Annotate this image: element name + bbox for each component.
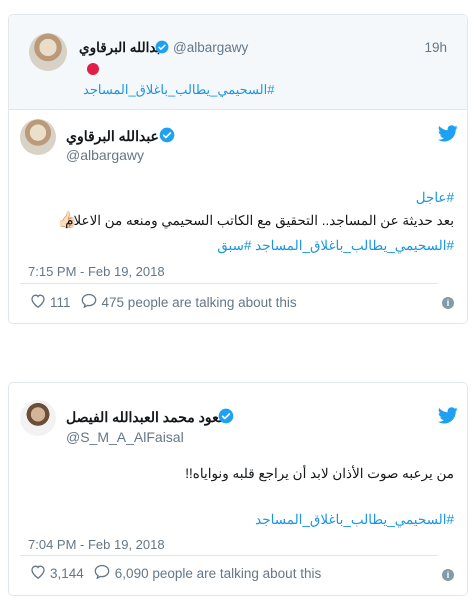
verified-icon <box>159 127 175 148</box>
twitter-bird-icon[interactable] <box>437 125 458 147</box>
divider <box>20 283 438 284</box>
tweet-date[interactable]: 7:04 PM - Feb 19, 2018 <box>28 537 165 552</box>
like-count[interactable]: 111 <box>50 295 71 310</box>
talking-count[interactable]: 6,090 people are talking about this <box>115 566 321 581</box>
parent-tweet[interactable]: عبدالله البرقاوي @albargawy 19h #السحيمي… <box>9 15 467 110</box>
tweet-date[interactable]: 7:15 PM - Feb 19, 2018 <box>28 264 165 279</box>
like-count[interactable]: 3,144 <box>50 566 84 581</box>
verified-icon <box>218 408 234 429</box>
hashtag-link[interactable]: #السحيمي_يطالب_باغلاق_المساجد #سبق <box>217 238 454 254</box>
tweet-actions: 3,144 6,090 people are talking about thi… <box>30 564 331 582</box>
verified-icon <box>155 40 169 59</box>
author-handle[interactable]: @S_M_A_AlFaisal <box>66 429 184 445</box>
parent-hashtag-link[interactable]: #السحيمي_يطالب_باغلاق_المساجد <box>83 82 274 98</box>
heart-icon[interactable] <box>30 564 46 582</box>
avatar[interactable] <box>29 33 67 71</box>
red-circle-icon <box>87 63 99 75</box>
author-handle[interactable]: @albargawy <box>66 147 144 163</box>
author-name[interactable]: عبدالله البرقاوي <box>66 128 159 145</box>
tweet-text: من يرعبه صوت الأذان لابد أن يراجع قلبه و… <box>185 466 454 481</box>
speech-bubble-icon[interactable] <box>81 293 97 311</box>
divider <box>20 555 438 556</box>
tweet-actions: 111 475 people are talking about this <box>30 293 307 311</box>
parent-author-handle[interactable]: @albargawy <box>173 40 248 55</box>
hashtag-link[interactable]: #عاجل <box>416 190 454 206</box>
hashtag-link[interactable]: #السحيمي_يطالب_باغلاق_المساجد <box>255 512 454 528</box>
talking-count[interactable]: 475 people are talking about this <box>102 295 297 310</box>
heart-icon[interactable] <box>30 293 46 311</box>
avatar[interactable] <box>20 400 56 436</box>
info-icon[interactable]: i <box>442 569 454 581</box>
tweet-text: بعد حديثة عن المساجد.. التحقيق مع الكاتب… <box>65 213 454 228</box>
twitter-bird-icon[interactable] <box>437 407 458 429</box>
info-icon[interactable]: i <box>442 297 454 309</box>
avatar[interactable] <box>20 119 56 155</box>
speech-bubble-icon[interactable] <box>94 564 110 582</box>
parent-timestamp[interactable]: 19h <box>424 40 447 55</box>
author-name[interactable]: سعود محمد العبدالله الفيصل <box>66 409 231 426</box>
